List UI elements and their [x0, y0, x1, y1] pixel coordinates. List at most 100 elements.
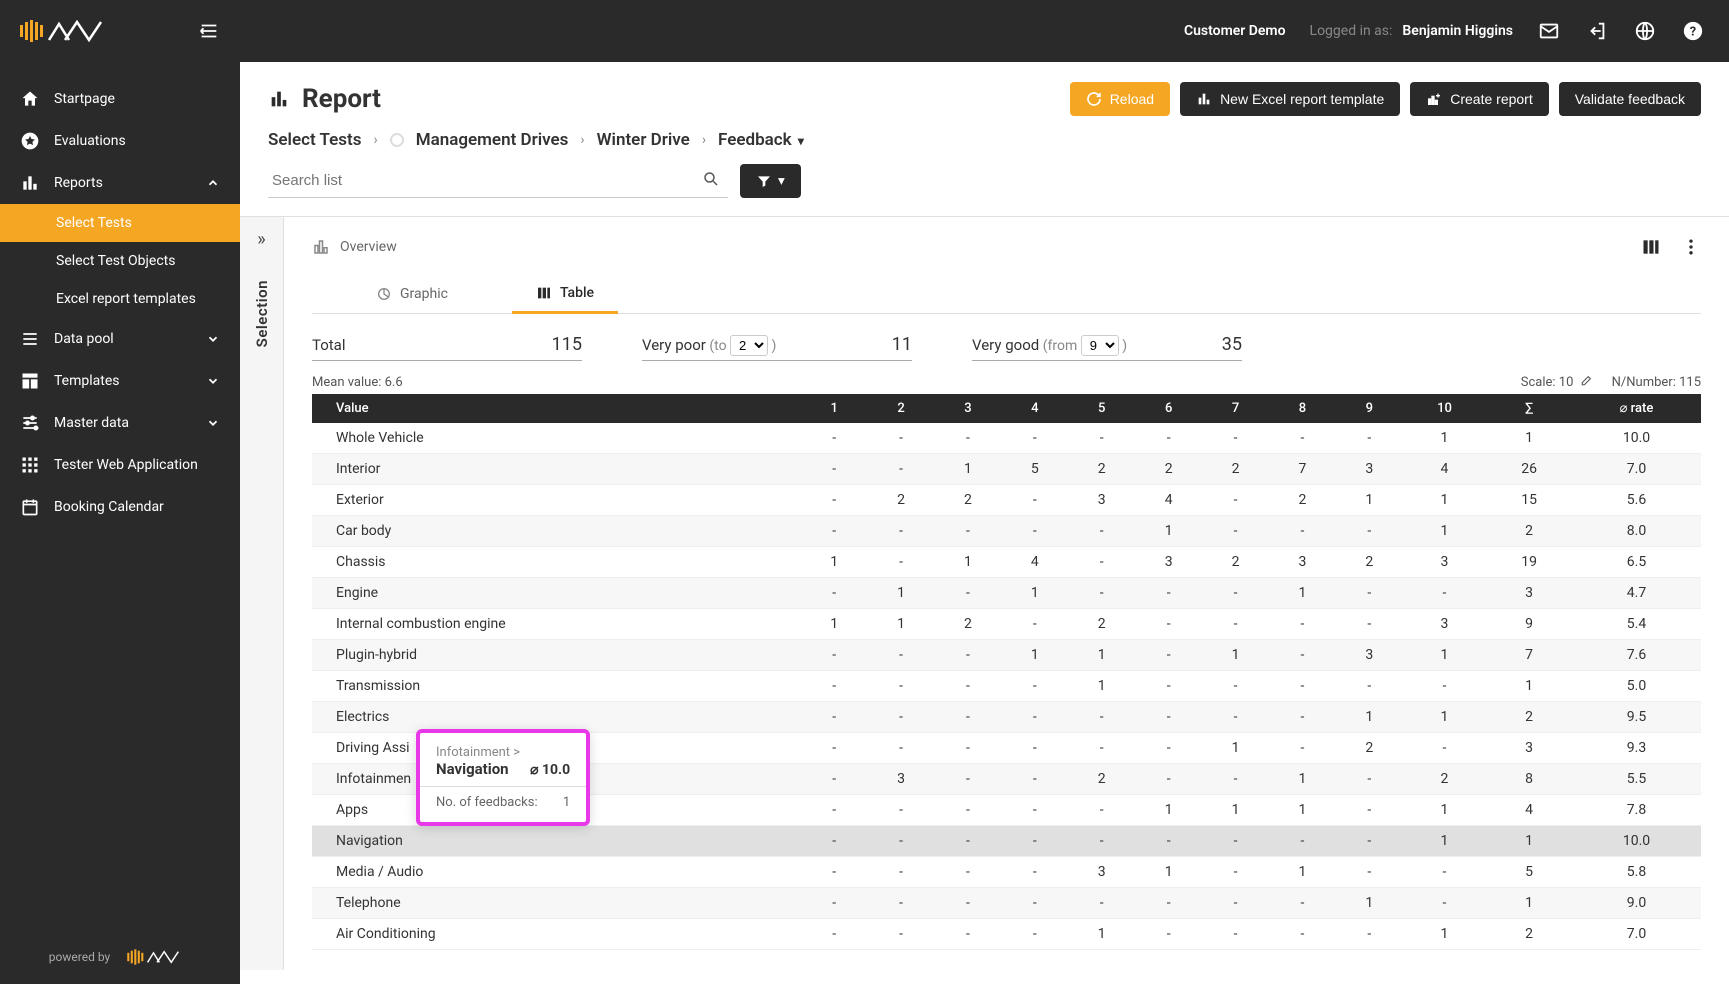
- cell: -: [1068, 516, 1135, 547]
- cell: -: [1135, 671, 1202, 702]
- cell: -: [1001, 485, 1068, 516]
- tooltip-feedback-label: No. of feedbacks:: [436, 795, 538, 810]
- button-label: Reload: [1110, 91, 1154, 107]
- cell: -: [1068, 826, 1135, 857]
- cell: 4: [1403, 454, 1486, 485]
- logout-icon[interactable]: [1585, 19, 1609, 43]
- row-name: Electrics: [312, 702, 801, 733]
- expand-selection-icon[interactable]: »: [257, 229, 265, 250]
- table-row[interactable]: Engine-1-1---1--34.7: [312, 578, 1701, 609]
- more-icon[interactable]: [1681, 237, 1701, 257]
- cell: 5.4: [1572, 609, 1701, 640]
- chevron-down-icon: [206, 332, 220, 346]
- columns-icon[interactable]: [1641, 237, 1661, 257]
- nav-select-test-objects[interactable]: Select Test Objects: [0, 242, 240, 280]
- cell: 8.0: [1572, 516, 1701, 547]
- table-row[interactable]: Transmission----1-----15.0: [312, 671, 1701, 702]
- table-row[interactable]: Chassis1-14-32323196.5: [312, 547, 1701, 578]
- search-icon[interactable]: [702, 170, 720, 188]
- pie-icon: [376, 286, 392, 302]
- add-chart-icon: [1426, 91, 1442, 107]
- table-row[interactable]: Whole Vehicle---------1110.0: [312, 423, 1701, 454]
- stat-value: 35: [1222, 334, 1242, 355]
- cell: -: [1202, 609, 1269, 640]
- nav-data-pool[interactable]: Data pool: [0, 318, 240, 360]
- table-row[interactable]: Car body-----1---128.0: [312, 516, 1701, 547]
- nav-booking-calendar[interactable]: Booking Calendar: [0, 486, 240, 528]
- row-name: Telephone: [312, 888, 801, 919]
- table-row[interactable]: Navigation---------1110.0: [312, 826, 1701, 857]
- table-row[interactable]: Media / Audio----31-1--55.8: [312, 857, 1701, 888]
- cell: 1: [1202, 795, 1269, 826]
- cell: -: [1068, 733, 1135, 764]
- breadcrumb-dropdown[interactable]: Feedback ▾: [718, 130, 804, 150]
- cell: -: [1202, 888, 1269, 919]
- cell: 6.5: [1572, 547, 1701, 578]
- row-name: Air Conditioning: [312, 919, 801, 950]
- breadcrumb-item[interactable]: Select Tests: [268, 130, 361, 150]
- nav-templates[interactable]: Templates: [0, 360, 240, 402]
- cell: -: [1001, 764, 1068, 795]
- nav-tester-web[interactable]: Tester Web Application: [0, 444, 240, 486]
- row-name: Media / Audio: [312, 857, 801, 888]
- cell: -: [1336, 516, 1403, 547]
- number-info: N/Number: 115: [1612, 375, 1701, 390]
- globe-icon[interactable]: [1633, 19, 1657, 43]
- breadcrumb-item[interactable]: Winter Drive: [597, 130, 690, 150]
- cell: 9.3: [1572, 733, 1701, 764]
- nav-select-tests[interactable]: Select Tests: [0, 204, 240, 242]
- cell: 2: [868, 485, 935, 516]
- table-row[interactable]: Interior--15222734267.0: [312, 454, 1701, 485]
- cell: 3: [1403, 547, 1486, 578]
- nav-master-data[interactable]: Master data: [0, 402, 240, 444]
- validate-feedback-button[interactable]: Validate feedback: [1559, 82, 1701, 116]
- cell: -: [801, 485, 868, 516]
- create-report-button[interactable]: Create report: [1410, 82, 1548, 116]
- overview-label: Overview: [340, 239, 397, 255]
- menu-toggle-icon[interactable]: [198, 20, 220, 42]
- edit-icon[interactable]: [1579, 375, 1592, 388]
- table-header: 4: [1001, 394, 1068, 423]
- breadcrumb-item[interactable]: Management Drives: [416, 130, 569, 150]
- table-row[interactable]: Internal combustion engine112-2----395.4: [312, 609, 1701, 640]
- poor-threshold-select[interactable]: 2: [730, 335, 768, 356]
- table-row[interactable]: Telephone--------1-19.0: [312, 888, 1701, 919]
- table-row[interactable]: Plugin-hybrid---11-1-3177.6: [312, 640, 1701, 671]
- new-excel-button[interactable]: New Excel report template: [1180, 82, 1400, 116]
- cell: -: [1269, 733, 1336, 764]
- table-header: Value: [312, 394, 801, 423]
- filter-button[interactable]: ▾: [740, 164, 801, 198]
- table-row[interactable]: Air Conditioning----1----127.0: [312, 919, 1701, 950]
- cell: -: [935, 671, 1002, 702]
- nav-excel-templates[interactable]: Excel report templates: [0, 280, 240, 318]
- cell: 1: [1269, 857, 1336, 888]
- help-icon[interactable]: ?: [1681, 19, 1705, 43]
- cell: -: [868, 795, 935, 826]
- cell: -: [868, 857, 935, 888]
- nav-reports[interactable]: Reports: [0, 162, 240, 204]
- tab-table[interactable]: Table: [512, 275, 618, 314]
- nav-evaluations[interactable]: Evaluations: [0, 120, 240, 162]
- cell: -: [1068, 795, 1135, 826]
- stat-sub: ): [1122, 338, 1127, 354]
- good-threshold-select[interactable]: 9: [1081, 335, 1119, 356]
- button-label: Create report: [1450, 91, 1532, 107]
- cell: 3: [1135, 547, 1202, 578]
- cell: 1: [1403, 919, 1486, 950]
- mail-icon[interactable]: [1537, 19, 1561, 43]
- cell: 1: [1068, 919, 1135, 950]
- powered-label: powered by: [49, 950, 110, 964]
- cell: -: [1001, 888, 1068, 919]
- table-row[interactable]: Exterior-22-34-211155.6: [312, 485, 1701, 516]
- cell: -: [1001, 919, 1068, 950]
- cell: -: [801, 888, 868, 919]
- nav-startpage[interactable]: Startpage: [0, 78, 240, 120]
- table-row[interactable]: Electrics--------1129.5: [312, 702, 1701, 733]
- search-input[interactable]: [268, 164, 728, 198]
- scale-info: Scale: 10: [1521, 375, 1592, 390]
- reload-button[interactable]: Reload: [1070, 82, 1170, 116]
- logo: [20, 18, 103, 44]
- tab-graphic[interactable]: Graphic: [352, 275, 472, 313]
- cell: -: [935, 640, 1002, 671]
- cell: -: [1269, 888, 1336, 919]
